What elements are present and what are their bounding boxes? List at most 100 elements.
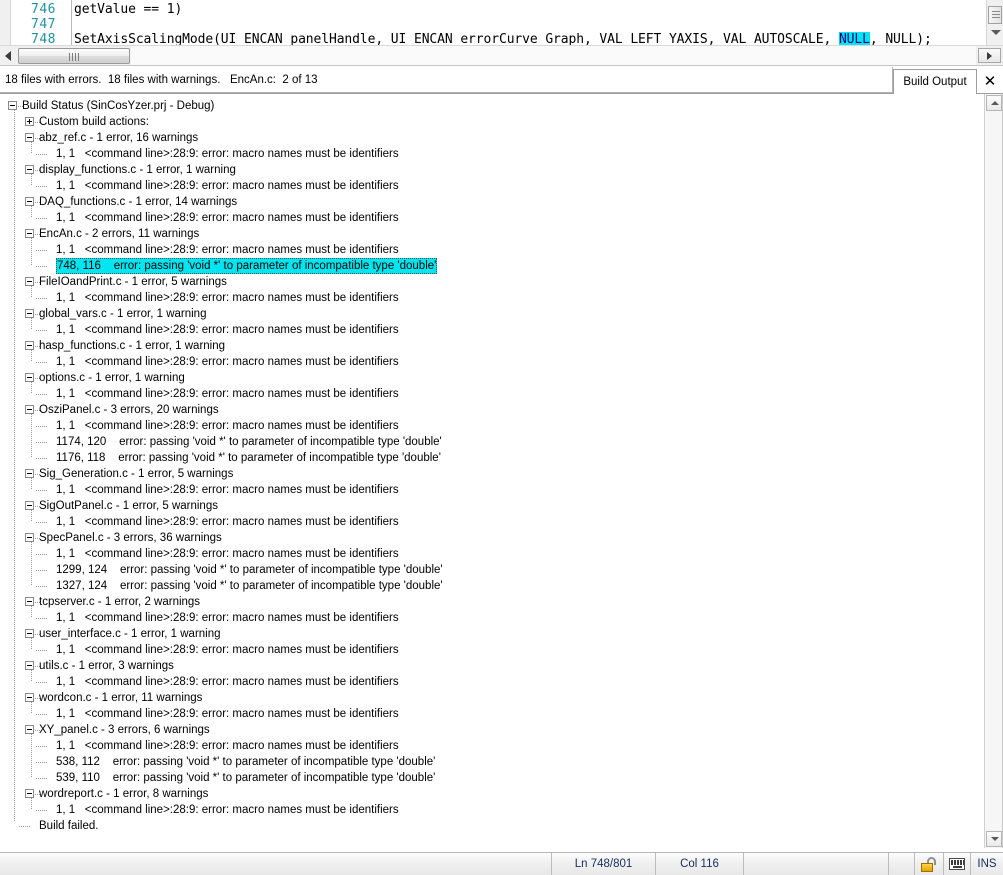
tree-node[interactable]: wordreport.c - 1 error, 8 warnings: [0, 786, 960, 802]
tree-node[interactable]: 1, 1 <command line>:28:9: error: macro n…: [0, 642, 960, 658]
build-output-header: 18 files with errors. 18 files with warn…: [0, 67, 1003, 94]
tree-node-label: 1, 1 <command line>:28:9: error: macro n…: [56, 292, 399, 304]
tree-collapse-icon[interactable]: [25, 229, 34, 238]
tree-collapse-icon[interactable]: [25, 533, 34, 542]
tree-node[interactable]: display_functions.c - 1 error, 1 warning: [0, 162, 960, 178]
tree-node[interactable]: 1, 1 <command line>:28:9: error: macro n…: [0, 354, 960, 370]
keyboard-icon[interactable]: [944, 853, 971, 875]
tree-node[interactable]: 1, 1 <command line>:28:9: error: macro n…: [0, 514, 960, 530]
tree-node[interactable]: XY_panel.c - 3 errors, 6 warnings: [0, 722, 960, 738]
tree-node[interactable]: OsziPanel.c - 3 errors, 20 warnings: [0, 402, 960, 418]
tree-node[interactable]: abz_ref.c - 1 error, 16 warnings: [0, 130, 960, 146]
tree-node[interactable]: Sig_Generation.c - 1 error, 5 warnings: [0, 466, 960, 482]
code-text-area[interactable]: getValue == 1) SetAxisScalingMode(UI_ENC…: [74, 0, 979, 45]
line-number: 746: [31, 2, 56, 17]
tree-connector-line: [36, 586, 48, 587]
tree-collapse-icon[interactable]: [25, 165, 34, 174]
tree-child-rail: [31, 142, 32, 154]
scroll-right-arrow-button[interactable]: [978, 48, 1001, 63]
scroll-up-arrow-icon[interactable]: [986, 95, 1002, 111]
tree-node[interactable]: 1, 1 <command line>:28:9: error: macro n…: [0, 178, 960, 194]
tree-connector-line: [36, 714, 48, 715]
tree-node[interactable]: 1, 1 <command line>:28:9: error: macro n…: [0, 386, 960, 402]
tree-node[interactable]: Build Status (SinCosYzer.prj - Debug): [0, 98, 960, 114]
tree-node[interactable]: hasp_functions.c - 1 error, 1 warning: [0, 338, 960, 354]
tree-node[interactable]: 539, 110 error: passing 'void *' to para…: [0, 770, 960, 786]
tree-node-label: 1327, 124 error: passing 'void *' to par…: [56, 580, 443, 592]
tree-collapse-icon[interactable]: [25, 133, 34, 142]
tree-node[interactable]: 1, 1 <command line>:28:9: error: macro n…: [0, 242, 960, 258]
tree-node[interactable]: FileIOandPrint.c - 1 error, 5 warnings: [0, 274, 960, 290]
tree-collapse-icon[interactable]: [25, 309, 34, 318]
tree-child-rail: [31, 350, 32, 362]
tree-expand-icon[interactable]: [25, 117, 34, 126]
tree-node[interactable]: 748, 116 error: passing 'void *' to para…: [0, 258, 960, 274]
tree-node[interactable]: tcpserver.c - 1 error, 2 warnings: [0, 594, 960, 610]
keyboard-glyph: [949, 858, 965, 870]
tree-node[interactable]: wordcon.c - 1 error, 11 warnings: [0, 690, 960, 706]
close-icon[interactable]: ✕: [979, 70, 1001, 92]
tree-node[interactable]: 538, 112 error: passing 'void *' to para…: [0, 754, 960, 770]
scroll-down-arrow-icon[interactable]: [986, 831, 1002, 847]
tree-node-label: utils.c - 1 error, 3 warnings: [39, 660, 174, 672]
tree-collapse-icon[interactable]: [25, 469, 34, 478]
tree-node[interactable]: utils.c - 1 error, 3 warnings: [0, 658, 960, 674]
scroll-down-arrow-icon[interactable]: [991, 30, 1001, 35]
tree-node[interactable]: global_vars.c - 1 error, 1 warning: [0, 306, 960, 322]
tree-collapse-icon[interactable]: [25, 661, 34, 670]
hscroll-track[interactable]: [131, 46, 976, 65]
editor-horizontal-scrollbar[interactable]: [0, 45, 1003, 66]
tree-node[interactable]: 1, 1 <command line>:28:9: error: macro n…: [0, 290, 960, 306]
tree-node[interactable]: 1, 1 <command line>:28:9: error: macro n…: [0, 418, 960, 434]
tree-node[interactable]: 1, 1 <command line>:28:9: error: macro n…: [0, 322, 960, 338]
tree-node[interactable]: EncAn.c - 2 errors, 11 warnings: [0, 226, 960, 242]
tree-connector-line: [36, 650, 48, 651]
horizontal-scrollbar-thumb[interactable]: [18, 48, 130, 64]
tree-collapse-icon[interactable]: [25, 725, 34, 734]
tree-collapse-icon[interactable]: [25, 373, 34, 382]
build-output-tree[interactable]: Build Status (SinCosYzer.prj - Debug) Cus…: [0, 94, 985, 848]
tree-node[interactable]: 1, 1 <command line>:28:9: error: macro n…: [0, 210, 960, 226]
unlocked-padlock-icon[interactable]: [915, 853, 944, 875]
scroll-left-arrow-icon[interactable]: [5, 51, 11, 61]
tree-node[interactable]: 1, 1 <command line>:28:9: error: macro n…: [0, 674, 960, 690]
tree-collapse-icon[interactable]: [25, 405, 34, 414]
tree-collapse-icon[interactable]: [25, 629, 34, 638]
status-insert-mode[interactable]: INS: [971, 853, 1003, 875]
build-output-vertical-scrollbar[interactable]: [984, 94, 1002, 848]
tree-collapse-icon[interactable]: [25, 341, 34, 350]
tree-node[interactable]: 1, 1 <command line>:28:9: error: macro n…: [0, 802, 960, 818]
tree-collapse-icon[interactable]: [25, 597, 34, 606]
tree-collapse-icon[interactable]: [25, 277, 34, 286]
tree-node[interactable]: Custom build actions:: [0, 114, 960, 130]
tree-node[interactable]: 1327, 124 error: passing 'void *' to par…: [0, 578, 960, 594]
tree-node[interactable]: 1, 1 <command line>:28:9: error: macro n…: [0, 146, 960, 162]
tree-node[interactable]: 1, 1 <command line>:28:9: error: macro n…: [0, 546, 960, 562]
tree-node[interactable]: options.c - 1 error, 1 warning: [0, 370, 960, 386]
tree-node[interactable]: SpecPanel.c - 3 errors, 36 warnings: [0, 530, 960, 546]
tree-node-label: OsziPanel.c - 3 errors, 20 warnings: [39, 404, 219, 416]
vertical-scrollbar-thumb[interactable]: [988, 6, 1002, 24]
build-summary-text: 18 files with errors. 18 files with warn…: [0, 67, 893, 93]
tree-node[interactable]: DAQ_functions.c - 1 error, 14 warnings: [0, 194, 960, 210]
line-number: 748: [31, 32, 56, 45]
tree-node[interactable]: 1299, 124 error: passing 'void *' to par…: [0, 562, 960, 578]
tree-collapse-icon[interactable]: [25, 197, 34, 206]
tree-child-rail: [31, 638, 32, 650]
tree-node[interactable]: SigOutPanel.c - 1 error, 5 warnings: [0, 498, 960, 514]
tree-collapse-icon[interactable]: [25, 501, 34, 510]
tree-node[interactable]: 1, 1 <command line>:28:9: error: macro n…: [0, 738, 960, 754]
tree-collapse-icon[interactable]: [25, 693, 34, 702]
tree-node[interactable]: 1, 1 <command line>:28:9: error: macro n…: [0, 610, 960, 626]
tree-collapse-icon[interactable]: [25, 789, 34, 798]
tree-node[interactable]: 1, 1 <command line>:28:9: error: macro n…: [0, 482, 960, 498]
tree-collapse-icon[interactable]: [8, 101, 17, 110]
tree-node[interactable]: 1174, 120 error: passing 'void *' to par…: [0, 434, 960, 450]
tree-node[interactable]: Build failed.: [0, 818, 960, 834]
editor-vertical-scrollbar[interactable]: [986, 0, 1003, 45]
tree-node[interactable]: 1176, 118 error: passing 'void *' to par…: [0, 450, 960, 466]
tree-node[interactable]: 1, 1 <command line>:28:9: error: macro n…: [0, 706, 960, 722]
tab-build-output[interactable]: Build Output: [893, 69, 977, 94]
tree-connector-line: [36, 490, 48, 491]
tree-node[interactable]: user_interface.c - 1 error, 1 warning: [0, 626, 960, 642]
